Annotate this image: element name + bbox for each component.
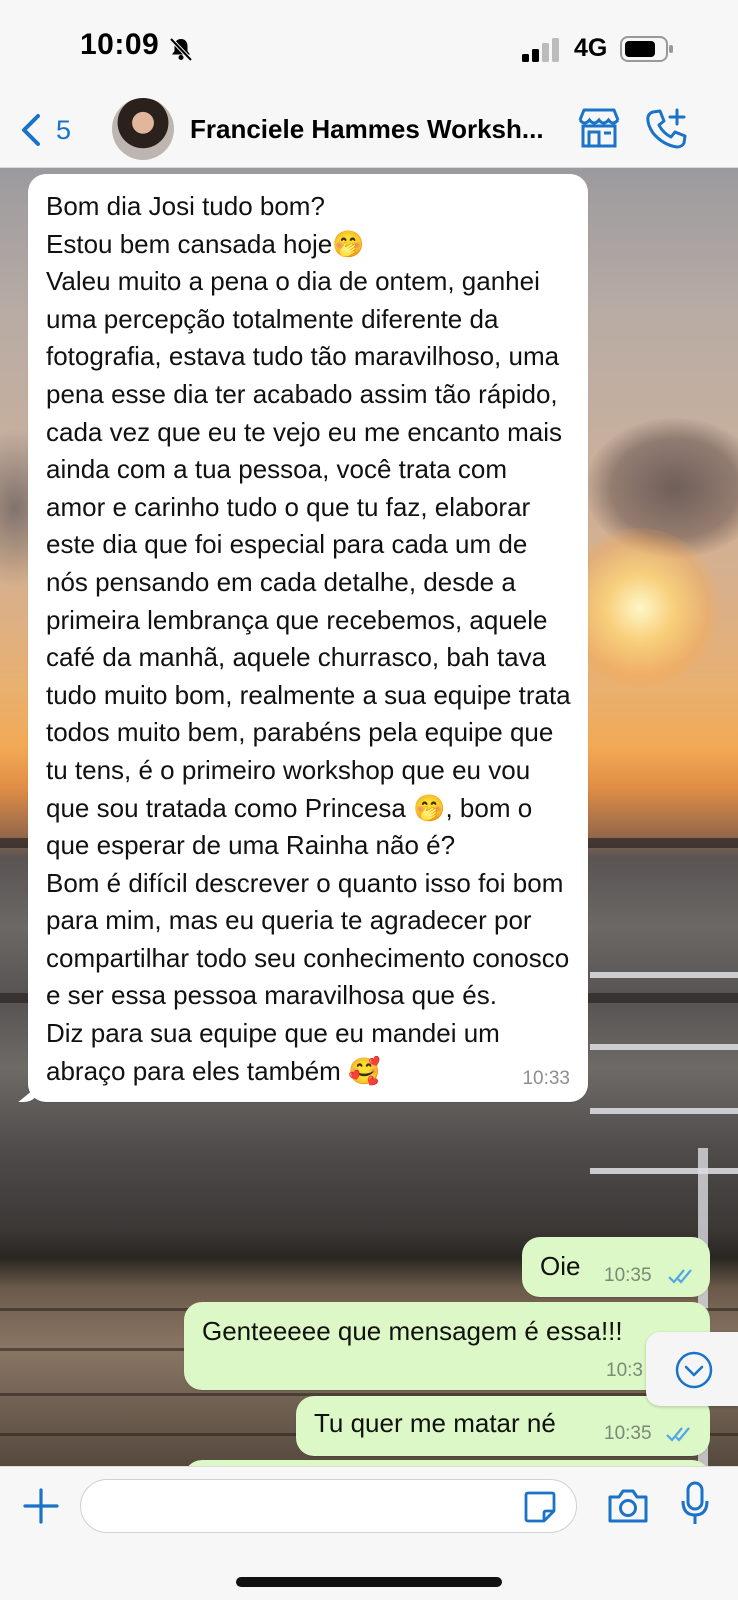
contact-name[interactable]: Franciele Hammes Worksh... — [190, 114, 560, 145]
camera-icon[interactable] — [606, 1487, 650, 1525]
sticker-icon[interactable] — [522, 1489, 558, 1525]
wallpaper-rail — [590, 1168, 738, 1174]
message-input[interactable] — [80, 1479, 577, 1533]
message-bubble-outgoing[interactable]: Genteeeee que mensagem é essa!!! 10:3 — [184, 1302, 710, 1390]
network-type: 4G — [574, 34, 608, 62]
read-ticks-icon — [666, 1427, 690, 1442]
plus-icon[interactable] — [22, 1487, 60, 1525]
storefront-icon[interactable] — [576, 106, 622, 150]
home-indicator — [236, 1577, 502, 1587]
battery-icon — [620, 36, 673, 62]
unread-count: 5 — [56, 114, 72, 145]
scroll-to-bottom-button[interactable] — [646, 1332, 738, 1406]
cellular-signal-icon — [522, 38, 559, 62]
message-text: Bom dia Josi tudo bom? Estou bem cansada… — [46, 191, 571, 1086]
microphone-icon[interactable] — [680, 1481, 710, 1527]
wallpaper-rail — [590, 1108, 738, 1114]
message-bubble-outgoing[interactable]: Tu quer me matar né 10:35 — [296, 1396, 710, 1456]
back-button[interactable]: 5 — [18, 108, 88, 152]
chat-header: 5 Franciele Hammes Worksh... — [0, 96, 738, 168]
wallpaper-rail — [590, 972, 738, 978]
message-time: 10:35 — [604, 1423, 652, 1444]
message-time: 10:33 — [522, 1068, 570, 1090]
message-time: 10:3 — [606, 1360, 643, 1381]
message-time: 10:35 — [604, 1265, 652, 1286]
message-text: Oie — [540, 1251, 581, 1281]
chevron-down-circle-icon — [675, 1351, 713, 1389]
bell-off-icon — [169, 37, 193, 62]
wallpaper-rail — [590, 1044, 738, 1050]
avatar[interactable] — [112, 98, 174, 160]
chevron-left-icon — [22, 114, 40, 146]
read-ticks-icon — [668, 1269, 692, 1284]
status-bar: 10:09 4G — [0, 0, 738, 96]
message-text: Genteeeee que mensagem é essa!!! — [202, 1316, 623, 1346]
status-time: 10:09 — [80, 28, 160, 61]
message-bubble-incoming[interactable]: Bom dia Josi tudo bom? Estou bem cansada… — [28, 174, 588, 1103]
phone-plus-icon[interactable] — [644, 106, 690, 152]
message-text: Tu quer me matar né — [314, 1408, 556, 1438]
message-bubble-outgoing[interactable]: Oie 10:35 — [522, 1237, 710, 1297]
